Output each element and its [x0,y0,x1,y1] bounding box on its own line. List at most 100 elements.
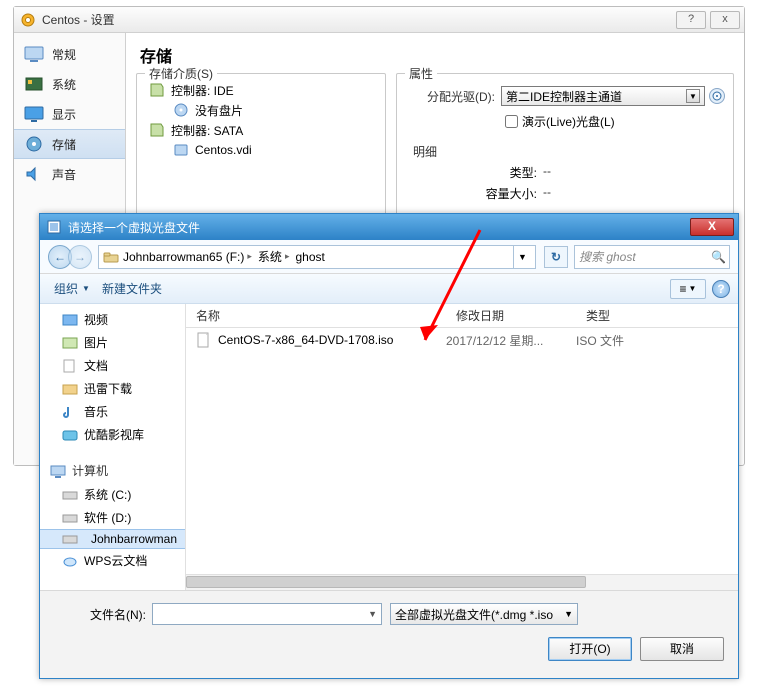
tree-label: 没有盘片 [195,102,243,119]
column-headers: 名称 修改日期 类型 [186,304,738,328]
settings-title: Centos - 设置 [42,11,676,28]
chevron-down-icon: ▼ [368,609,377,619]
nav-sound[interactable]: 声音 [14,159,125,189]
iso-file-icon [196,332,212,348]
filename-input[interactable]: ▼ [152,603,382,625]
col-date[interactable]: 修改日期 [446,307,576,324]
chevron-down-icon: ▼ [689,284,697,293]
nav-storage[interactable]: 存储 [14,129,125,159]
wps-cloud[interactable]: WPS云文档 [40,549,185,572]
filter-value: 全部虚拟光盘文件(*.dmg *.iso [395,606,553,623]
crumb-drive[interactable]: Johnbarrowman65 (F:)▸ [121,250,254,264]
details-legend: 明细 [413,143,725,160]
organize-menu[interactable]: 组织▼ [48,278,96,299]
scrollbar-thumb[interactable] [186,576,586,588]
alloc-label: 分配光驱(D): [405,88,495,105]
nav-label: 显示 [52,106,76,123]
file-name: CentOS-7-x86_64-DVD-1708.iso [218,333,393,347]
nav-general[interactable]: 常规 [14,39,125,69]
view-menu[interactable]: ≡▼ [670,279,706,299]
storage-media-panel: 存储介质(S) 控制器: IDE 没有盘片 控制器: SATA Centos.v… [136,73,386,223]
address-bar: ← → Johnbarrowman65 (F:)▸ 系统▸ ghost ▼ ↻ … [40,240,738,274]
settings-titlebar: Centos - 设置 ? x [14,7,744,33]
dialog-bottom: 文件名(N): ▼ 全部虚拟光盘文件(*.dmg *.iso ▼ 打开(O) 取… [40,590,738,678]
lib-pictures[interactable]: 图片 [40,331,185,354]
nav-label: 常规 [52,46,76,63]
file-row[interactable]: CentOS-7-x86_64-DVD-1708.iso 2017/12/12 … [186,328,738,352]
live-cd-input[interactable] [505,115,518,128]
computer-group[interactable]: 计算机 [40,458,185,483]
file-list: 名称 修改日期 类型 CentOS-7-x86_64-DVD-1708.iso … [186,304,738,590]
nav-tree: 视频 图片 文档 迅雷下载 音乐 优酷影视库 计算机 系统 (C:) 软件 (D… [40,304,186,590]
search-placeholder: 搜索 ghost [579,248,636,265]
chevron-down-icon: ▼ [82,284,90,293]
help-button[interactable]: ? [676,11,706,29]
drive-d[interactable]: 软件 (D:) [40,506,185,529]
optical-drive-select[interactable]: 第二IDE控制器主通道 ▼ [501,86,705,106]
live-cd-label: 演示(Live)光盘(L) [522,113,615,130]
dialog-titlebar: 请选择一个虚拟光盘文件 X [40,214,738,240]
page-title: 存储 [140,43,730,67]
open-button[interactable]: 打开(O) [548,637,632,661]
refresh-button[interactable]: ↻ [544,246,568,268]
ctrl-sata[interactable]: 控制器: SATA [145,120,377,140]
chevron-down-icon: ▼ [686,89,700,103]
horizontal-scrollbar[interactable] [186,574,738,590]
drive-c[interactable]: 系统 (C:) [40,483,185,506]
storage-tree: 控制器: IDE 没有盘片 控制器: SATA Centos.vdi [145,80,377,160]
file-type: ISO 文件 [576,332,738,349]
choose-disk-button[interactable] [709,88,725,104]
nav-label: 存储 [52,136,76,153]
new-folder-button[interactable]: 新建文件夹 [96,278,168,299]
size-value: -- [543,185,551,202]
close-button[interactable]: x [710,11,740,29]
filetype-filter[interactable]: 全部虚拟光盘文件(*.dmg *.iso ▼ [390,603,578,625]
help-button[interactable]: ? [712,280,730,298]
type-label: 类型: [465,164,537,181]
select-value: 第二IDE控制器主通道 [506,88,622,105]
cancel-button[interactable]: 取消 [640,637,724,661]
filename-label: 文件名(N): [54,606,146,623]
crumb-folder[interactable]: ghost [293,250,326,264]
nav-label: 系统 [52,76,76,93]
nav-system[interactable]: 系统 [14,69,125,99]
drive-f[interactable]: Johnbarrowman [40,529,185,549]
drive-icon [103,250,119,264]
nav-forward-button[interactable]: → [68,245,92,269]
col-name[interactable]: 名称 [186,307,446,324]
file-open-dialog: 请选择一个虚拟光盘文件 X ← → Johnbarrowman65 (F:)▸ … [39,213,739,679]
address-dropdown[interactable]: ▼ [513,246,531,268]
tree-label: 控制器: IDE [171,82,234,99]
breadcrumb-bar[interactable]: Johnbarrowman65 (F:)▸ 系统▸ ghost ▼ [98,245,536,269]
window-buttons: ? x [676,11,744,29]
vbox-icon [20,12,36,28]
nav-display[interactable]: 显示 [14,99,125,129]
type-value: -- [543,164,551,181]
live-cd-checkbox[interactable]: 演示(Live)光盘(L) [501,112,725,131]
attributes-panel: 属性 分配光驱(D): 第二IDE控制器主通道 ▼ 演示(Live)光盘(L) [396,73,734,223]
search-input[interactable]: 搜索 ghost 🔍 [574,245,730,269]
lib-thunder[interactable]: 迅雷下载 [40,377,185,400]
tree-label: Centos.vdi [195,143,252,157]
list-icon: ≡ [680,282,687,296]
crumb-folder[interactable]: 系统▸ [256,248,292,265]
ctrl-ide[interactable]: 控制器: IDE [145,80,377,100]
chevron-down-icon: ▼ [564,609,573,619]
lib-videos[interactable]: 视频 [40,308,185,331]
lib-music[interactable]: 音乐 [40,400,185,423]
dialog-title: 请选择一个虚拟光盘文件 [68,219,690,236]
panel-legend: 存储介质(S) [145,65,217,82]
nav-label: 声音 [52,166,76,183]
vbox-icon [46,219,62,235]
sata-disk[interactable]: Centos.vdi [145,140,377,160]
file-date: 2017/12/12 星期... [446,332,576,349]
ide-empty[interactable]: 没有盘片 [145,100,377,120]
col-type[interactable]: 类型 [576,307,738,324]
tree-label: 控制器: SATA [171,122,243,139]
lib-youku[interactable]: 优酷影视库 [40,423,185,446]
chevron-right-icon: ▸ [247,251,252,262]
lib-documents[interactable]: 文档 [40,354,185,377]
panel-legend: 属性 [405,65,437,82]
search-icon: 🔍 [711,250,725,264]
dialog-close-button[interactable]: X [690,218,734,236]
